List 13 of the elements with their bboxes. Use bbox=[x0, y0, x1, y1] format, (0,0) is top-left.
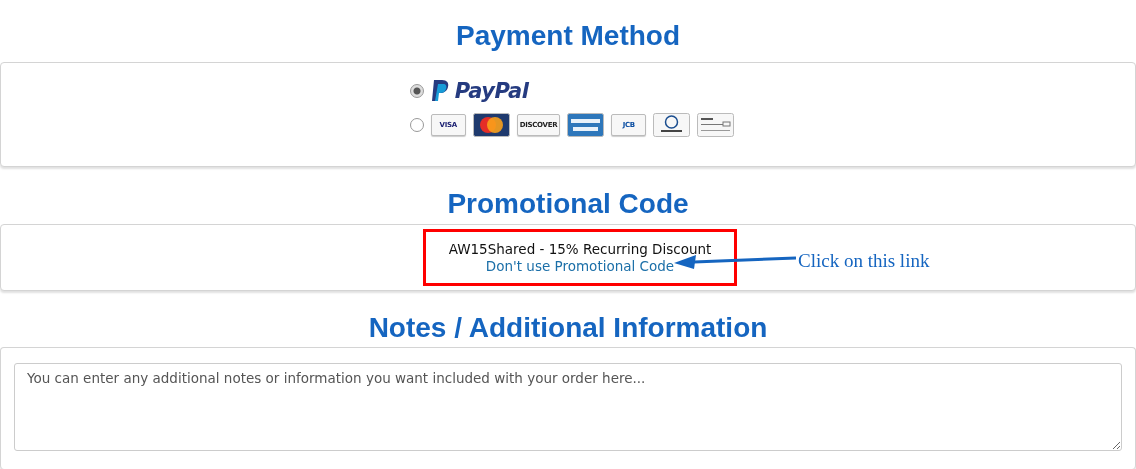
section-title: Notes / Additional Information bbox=[367, 311, 769, 344]
section-title: Payment Method bbox=[455, 19, 681, 52]
radio-button[interactable] bbox=[409, 84, 424, 98]
notes-field[interactable]: You can enter any additional notes or information you want included with your order here... bbox=[14, 363, 1122, 451]
section-title: Promotional Code bbox=[446, 187, 690, 221]
paypal-wordmark: PayPal bbox=[454, 79, 529, 103]
arrow-icon bbox=[674, 253, 796, 270]
check-icon bbox=[697, 113, 735, 137]
radio-button[interactable] bbox=[409, 118, 424, 132]
remove-code-link[interactable]: Don't use Promotional Code bbox=[485, 258, 675, 275]
applied-code: AW15Shared - 15% Recurring Discount bbox=[448, 241, 712, 258]
annotation-text: Click on this link bbox=[798, 250, 930, 273]
paypal-icon bbox=[430, 79, 451, 103]
